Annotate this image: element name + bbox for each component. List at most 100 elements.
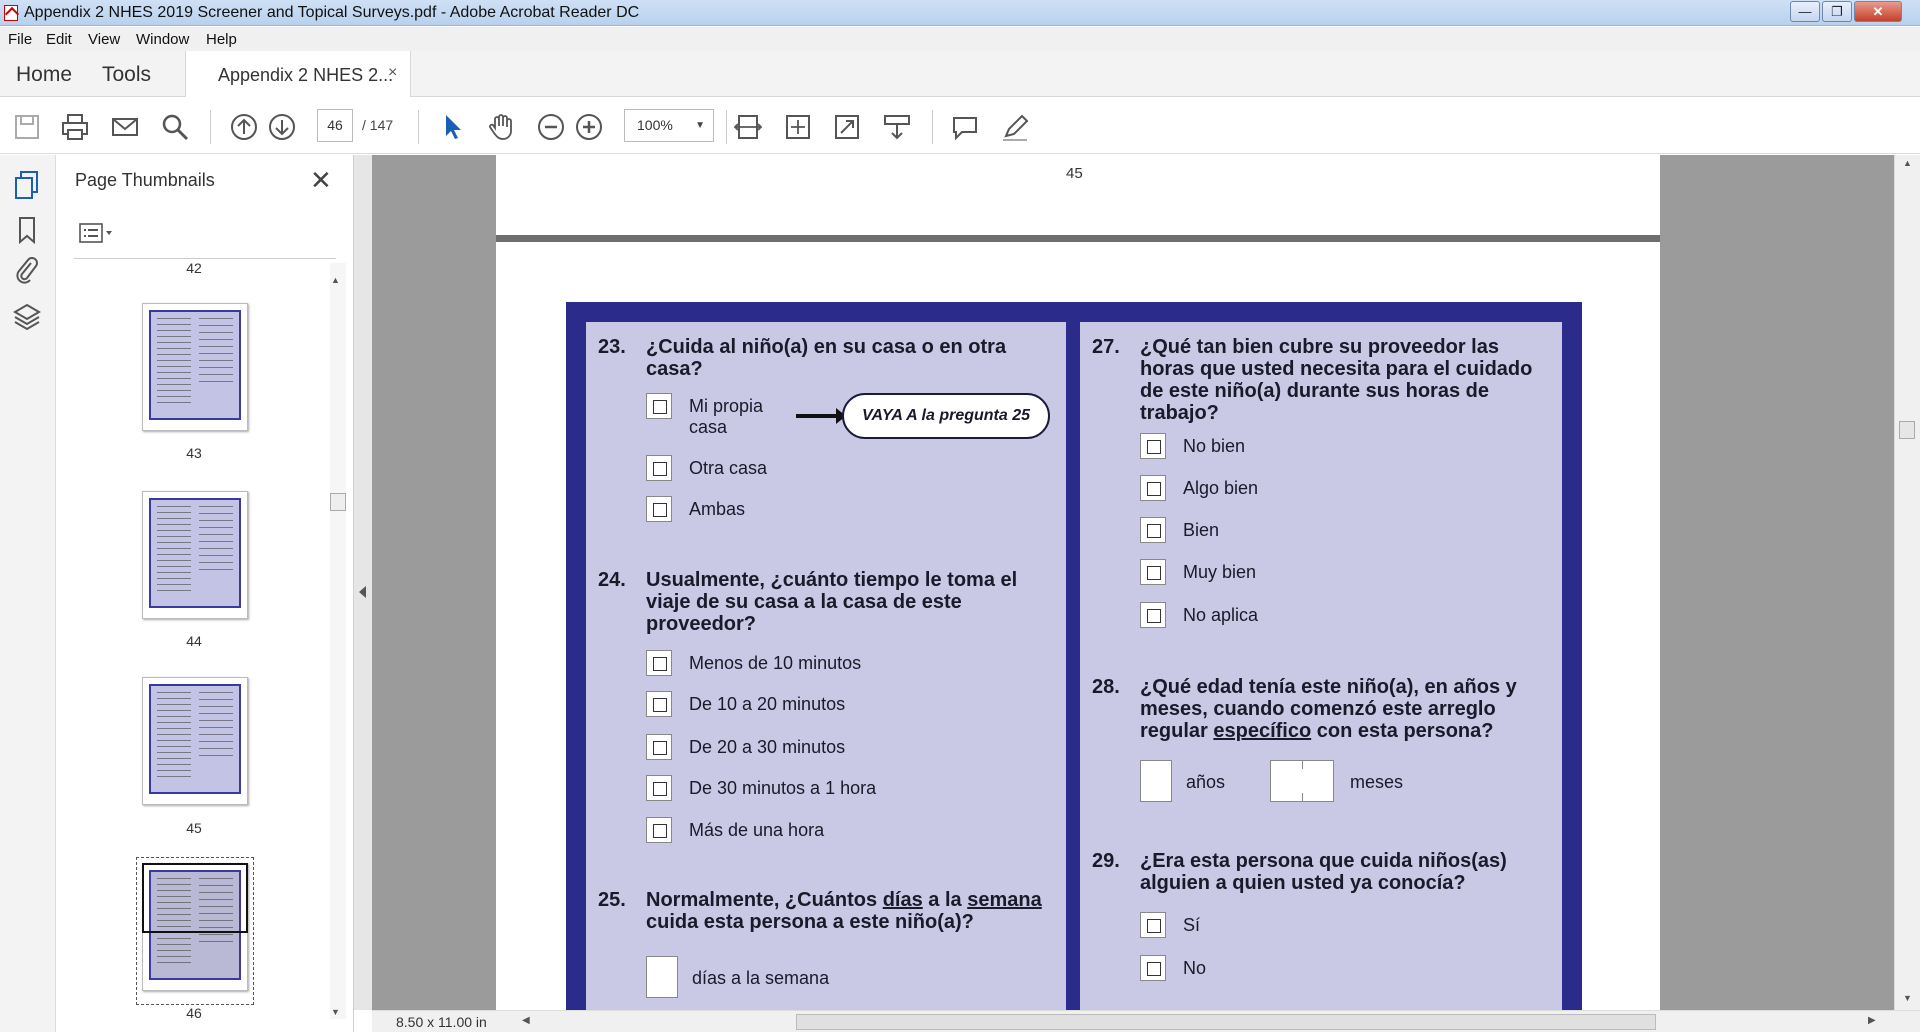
years-input-box[interactable] [1140,760,1172,802]
full-screen-icon[interactable] [832,112,862,142]
checkbox[interactable] [1140,475,1166,501]
skip-instruction: VAYA A la pregunta 25 [842,393,1050,439]
close-tab-icon[interactable]: × [388,64,397,82]
underlined-term: específico [1213,720,1312,742]
zoom-in-icon[interactable] [574,112,604,142]
previous-page-icon[interactable] [229,112,259,142]
zoom-level-select[interactable]: 100% ▼ [624,109,714,142]
page-total: / 147 [362,117,394,133]
scroll-up-icon[interactable]: ▲ [331,275,340,285]
checkbox[interactable] [646,650,672,676]
thumbnail-scrollbar[interactable] [330,263,346,1019]
checkbox[interactable] [1140,955,1166,981]
visible-area-indicator[interactable] [142,863,248,933]
fit-width-icon[interactable] [733,112,763,142]
zoom-value: 100% [637,117,673,133]
page-number-input[interactable]: 46 [317,109,353,142]
tab-tools[interactable]: Tools [102,63,151,87]
document-tab-label: Appendix 2 NHES 2... [218,65,394,85]
checkbox[interactable] [646,691,672,717]
read-mode-icon[interactable] [882,112,912,142]
checkbox[interactable] [646,455,672,481]
option-label: Otra casa [689,458,768,478]
acrobat-logo-icon [4,5,18,21]
collapse-panel-icon[interactable] [359,586,366,598]
horizontal-scrollbar-thumb[interactable] [796,1014,1656,1030]
select-tool-icon[interactable] [438,112,468,142]
scroll-right-icon[interactable]: ▶ [1868,1015,1876,1026]
thumbnail-options-icon[interactable] [78,221,118,245]
question-number: 27. [1092,336,1120,358]
question-text: ¿Cuida al niño(a) en su casa o en otra c… [646,336,1007,380]
question-number: 24. [598,569,626,591]
option-label: No bien [1183,436,1246,456]
option-label: Menos de 10 minutos [689,653,862,673]
thumbnail-image [149,310,241,420]
navigation-rail [0,155,56,1032]
menu-edit[interactable]: Edit [46,31,72,48]
checkbox[interactable] [1140,602,1166,628]
menu-help[interactable]: Help [206,31,237,48]
print-icon[interactable] [60,112,90,142]
layers-icon[interactable] [12,301,42,333]
attachment-icon[interactable] [13,255,41,285]
menu-view[interactable]: View [88,31,120,48]
thumbnail-page[interactable] [142,491,248,619]
scroll-down-icon[interactable]: ▼ [331,1007,340,1017]
form-column-left: 23. ¿Cuida al niño(a) en su casa o en ot… [586,322,1066,1010]
status-bar: 8.50 x 11.00 in ◀ ▶ [372,1010,1920,1032]
search-icon[interactable] [160,112,190,142]
tab-document[interactable]: Appendix 2 NHES 2... × [185,51,411,97]
checkbox[interactable] [646,393,672,419]
next-page-icon[interactable] [267,112,297,142]
option-label: No aplica [1183,605,1259,625]
thumbnail-page[interactable] [142,677,248,805]
question-text: Usualmente, ¿cuánto tiempo le toma el vi… [646,569,1018,635]
option-label: Ambas [689,499,746,519]
close-window-button[interactable]: ✕ [1854,1,1902,22]
checkbox[interactable] [646,734,672,760]
close-panel-icon[interactable]: ✕ [310,165,332,196]
question-text-part: Normalmente, ¿Cuántos [646,889,883,911]
checkbox[interactable] [1140,517,1166,543]
option-label: De 10 a 20 minutos [689,694,846,714]
checkbox[interactable] [646,496,672,522]
menu-window[interactable]: Window [136,31,189,48]
box-label: días a la semana [692,968,830,988]
option-label: De 20 a 30 minutos [689,737,846,757]
tab-home[interactable]: Home [16,63,72,87]
highlight-pen-icon[interactable] [1000,112,1030,142]
days-input-box[interactable] [646,956,678,998]
minimize-button[interactable]: — [1790,1,1820,22]
email-icon[interactable] [110,112,140,142]
hand-tool-icon[interactable] [486,112,516,142]
checkbox[interactable] [1140,912,1166,938]
menu-file[interactable]: File [8,31,32,48]
document-view[interactable]: 45 23. ¿Cuida al niño(a) en su casa o en… [372,155,1894,1010]
scroll-up-icon[interactable]: ▲ [1903,158,1912,168]
checkbox[interactable] [646,817,672,843]
checkbox[interactable] [646,775,672,801]
bookmark-icon[interactable] [15,215,39,245]
scroll-left-icon[interactable]: ◀ [522,1015,530,1026]
window-title: Appendix 2 NHES 2019 Screener and Topica… [24,4,640,21]
months-label: meses [1350,772,1404,792]
page-gap [496,235,1660,242]
checkbox[interactable] [1140,433,1166,459]
thumbnail-page[interactable] [142,303,248,431]
fit-page-icon[interactable] [783,112,813,142]
panel-splitter[interactable] [354,155,372,1010]
zoom-out-icon[interactable] [536,112,566,142]
months-input-box[interactable] [1270,760,1334,802]
checkbox[interactable] [1140,559,1166,585]
scrollbar-thumb[interactable] [330,493,346,511]
scroll-down-icon[interactable]: ▼ [1903,993,1912,1003]
comment-icon[interactable] [950,112,980,142]
option-label: Muy bien [1183,562,1257,582]
vertical-scrollbar[interactable]: ▲ ▼ [1894,155,1920,1010]
save-icon[interactable] [12,112,42,142]
maximize-button[interactable]: ❐ [1822,1,1852,22]
years-label: años [1186,772,1226,792]
scrollbar-thumb[interactable] [1899,421,1915,439]
page-thumbnails-icon[interactable] [13,169,41,201]
